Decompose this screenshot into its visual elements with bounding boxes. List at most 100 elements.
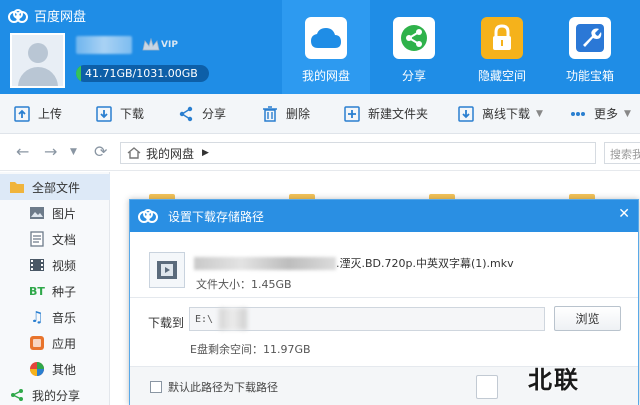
video-icon [28,257,46,273]
sidebar-item-label: 文档 [52,232,77,247]
offline-download-label: 离线下载 [482,107,531,121]
new-folder-label: 新建文件夹 [368,107,429,121]
image-icon [28,205,46,221]
crown-icon [142,38,160,51]
sidebar-item-label: 其他 [52,362,77,377]
address-bar: ← → ▼ ⟳ 我的网盘 ▶ 搜索我 [0,135,640,171]
sidebar-item-documents[interactable]: 文档 [0,226,110,252]
checkbox-box[interactable] [150,381,162,393]
back-arrow-icon[interactable]: ← [16,144,29,160]
offline-download-icon [458,105,474,122]
other-icon [28,361,46,377]
baidu-cloud-logo-icon [138,209,158,223]
new-folder-icon [344,105,360,122]
chevron-down-icon: ▼ [536,108,543,119]
nav-hidden-space[interactable]: 隐藏空间 [458,0,546,94]
sidebar-item-label: 全部文件 [32,180,81,195]
close-icon[interactable]: ✕ [618,206,630,222]
nav-my-disk-label: 我的网盘 [301,69,350,83]
sidebar-item-videos[interactable]: 视频 [0,252,110,278]
sidebar-item-label: 应用 [52,336,77,351]
download-button[interactable]: 下载 [96,105,144,122]
bt-icon: BT [29,284,45,298]
browse-button[interactable]: 浏览 [554,306,621,331]
sidebar: 全部文件 图片 文档 视频 BT 种子 ♫ 音乐 应用 其他 我的分享 [0,172,110,405]
refresh-icon[interactable]: ⟳ [94,144,107,160]
default-path-checkbox-label: 默认此路径为下载路径 [168,381,278,394]
upload-label: 上传 [38,107,63,121]
nav-my-disk[interactable]: 我的网盘 [282,0,370,94]
upload-icon [14,105,30,122]
free-space-text: E盘剩余空间：11.97GB [190,343,311,356]
chevron-right-icon: ▶ [202,148,209,158]
forward-arrow-icon[interactable]: → [44,144,57,160]
video-file-icon [149,252,185,288]
app-header: 百度网盘 VIP 41.71GB/1031.00GB 我的网盘 分享 隐藏空间 … [0,0,640,94]
storage-quota-bar[interactable]: 41.71GB/1031.00GB [76,65,209,82]
watermark-text: 北联 [528,366,580,394]
more-label: 更多 [594,107,619,121]
toolbar: 上传 下载 分享 删除 新建文件夹 离线下载 ▼ 更多 ▼ [0,94,640,134]
history-dropdown-icon[interactable]: ▼ [70,144,77,160]
file-name: .湮灭.BD.720p.中英双字幕(1).mkv [194,255,514,271]
upload-button[interactable]: 上传 [14,105,62,122]
more-dots-icon [571,111,585,116]
download-label: 下载 [120,107,145,121]
delete-button[interactable]: 删除 [262,105,310,122]
sidebar-item-music[interactable]: ♫ 音乐 [0,304,110,330]
sidebar-item-other[interactable]: 其他 [0,356,110,382]
baidu-cloud-logo-icon [8,8,28,23]
dialog-titlebar[interactable]: 设置下载存储路径 [130,200,638,232]
sidebar-item-apps[interactable]: 应用 [0,330,110,356]
storage-quota-text: 41.71GB/1031.00GB [85,67,198,80]
nav-toolbox[interactable]: 功能宝箱 [546,0,634,94]
file-name-text: .湮灭.BD.720p.中英双字幕(1).mkv [336,257,514,270]
download-icon [96,105,112,122]
nav-toolbox-label: 功能宝箱 [565,69,614,83]
divider [130,297,638,298]
sidebar-item-label: 我的分享 [32,388,81,403]
sidebar-item-label: 音乐 [52,310,77,325]
trash-icon [263,105,277,122]
download-path-blurred-part [219,308,248,330]
share-icon [393,17,435,59]
download-to-label: 下载到 [148,316,185,330]
file-name-blurred-part [194,256,336,270]
avatar[interactable] [10,33,65,88]
chevron-down-icon: ▼ [624,108,631,119]
sidebar-item-my-shares[interactable]: 我的分享 [0,382,110,405]
music-icon: ♫ [30,308,44,326]
file-size: 文件大小：1.45GB [196,278,292,291]
nav-share[interactable]: 分享 [370,0,458,94]
username-blurred [76,36,132,54]
delete-label: 删除 [286,107,311,121]
default-path-checkbox[interactable]: 默认此路径为下载路径 [150,379,278,395]
breadcrumb-root[interactable]: 我的网盘 [146,145,194,162]
share-label: 分享 [202,107,227,121]
watermark: 北联 [484,360,634,402]
download-path-text: E:\ [195,313,214,325]
vip-badge[interactable]: VIP [142,38,178,52]
vip-label: VIP [161,40,178,50]
nav-hidden-space-label: 隐藏空间 [477,69,526,83]
sidebar-item-torrents[interactable]: BT 种子 [0,278,110,304]
apps-icon [28,335,46,351]
sidebar-item-all-files[interactable]: 全部文件 [0,174,110,200]
sidebar-item-label: 视频 [52,258,77,273]
breadcrumb[interactable]: 我的网盘 ▶ [120,142,596,164]
search-input[interactable]: 搜索我 [604,142,640,164]
avatar-head [28,43,48,63]
more-button[interactable]: 更多 ▼ [570,105,631,122]
document-icon [28,231,46,247]
new-folder-button[interactable]: 新建文件夹 [344,105,428,122]
cloud-icon [305,17,347,59]
sidebar-item-label: 种子 [52,284,77,299]
offline-download-button[interactable]: 离线下载 ▼ [458,105,543,122]
folder-icon [8,179,26,195]
avatar-body [18,67,58,86]
download-path-field[interactable]: E:\ [189,307,545,331]
share-button[interactable]: 分享 [178,105,226,122]
sidebar-item-images[interactable]: 图片 [0,200,110,226]
share-icon [8,387,26,403]
dialog-title: 设置下载存储路径 [168,209,265,224]
